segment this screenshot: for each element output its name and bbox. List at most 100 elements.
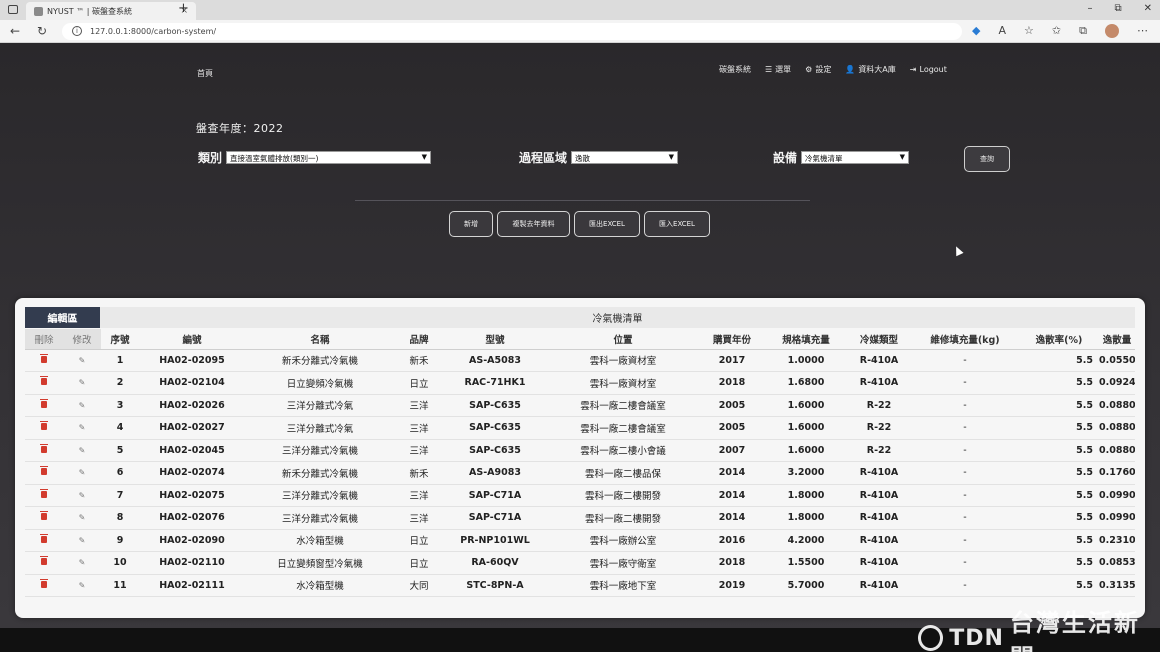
cell-code: HA02-02111 xyxy=(139,574,245,597)
favorite-icon[interactable]: ☆ xyxy=(1024,24,1034,38)
password-icon[interactable]: ◆ xyxy=(972,24,980,38)
cell-amount: 0.1760 xyxy=(1099,461,1135,485)
category-select[interactable]: 直接溫室氣體排放(類別一) ▼ xyxy=(226,151,432,164)
pencil-icon[interactable]: ✎ xyxy=(79,558,86,567)
trash-icon[interactable] xyxy=(40,466,48,476)
col-spec: 規格填充量 xyxy=(765,329,847,350)
trash-icon[interactable] xyxy=(40,421,48,431)
nav-carbon-system[interactable]: 碳盤系統 xyxy=(719,64,751,75)
cell-seq: 3 xyxy=(101,394,139,417)
delete-cell xyxy=(25,461,63,485)
area-select[interactable]: 逸散 ▼ xyxy=(571,151,679,164)
equipment-filter: 設備 冷氣機清單 ▼ xyxy=(773,149,910,166)
pencil-icon[interactable]: ✎ xyxy=(79,401,86,410)
export-excel-button[interactable]: 匯出EXCEL xyxy=(574,211,640,237)
watermark-logo-icon xyxy=(918,625,944,651)
pencil-icon[interactable]: ✎ xyxy=(79,536,86,545)
table-row: ✎ 1 HA02-02095 新禾分離式冷氣機 新禾 AS-A5083 雲科一廠資材室 201… xyxy=(25,349,1135,372)
pencil-icon[interactable]: ✎ xyxy=(79,446,86,455)
cell-year: 2019 xyxy=(699,574,765,597)
read-aloud-icon[interactable]: A xyxy=(999,24,1007,38)
equipment-select[interactable]: 冷氣機清單 ▼ xyxy=(801,151,910,164)
cell-seq: 7 xyxy=(101,484,139,507)
pencil-icon[interactable]: ✎ xyxy=(79,468,86,477)
cell-year: 2014 xyxy=(699,461,765,485)
browser-tab[interactable]: NYUST ™ | 碳盤查系統 × xyxy=(26,2,196,20)
cell-spec: 3.2000 xyxy=(765,461,847,485)
gear-icon: ⚙ xyxy=(805,65,813,74)
edit-area-tab[interactable]: 編輯區 xyxy=(25,307,100,328)
restore-icon[interactable]: ⧉ xyxy=(1114,3,1121,14)
cell-refrigerant: R-22 xyxy=(847,416,911,440)
cell-brand: 三洋 xyxy=(395,506,443,530)
nav-settings[interactable]: ⚙ 設定 xyxy=(805,64,831,75)
cell-location: 雲科一廠二樓開發 xyxy=(547,506,699,530)
trash-icon[interactable] xyxy=(40,578,48,588)
cell-amount: 0.0880 xyxy=(1099,439,1135,462)
delete-cell xyxy=(25,439,63,462)
cell-model: SAP-C71A xyxy=(443,506,547,530)
back-icon[interactable]: ← xyxy=(10,24,20,38)
trash-icon[interactable] xyxy=(40,376,48,386)
collections-icon[interactable]: ⧉ xyxy=(1079,24,1087,38)
close-window-icon[interactable]: ✕ xyxy=(1144,3,1152,14)
trash-icon[interactable] xyxy=(40,398,48,408)
browser-toolbar-icons: ◆ A ☆ ✩ ⧉ ⋯ xyxy=(972,24,1148,38)
trash-icon[interactable] xyxy=(40,443,48,453)
nav-logout[interactable]: ⇥ Logout xyxy=(910,65,947,74)
minimize-icon[interactable]: – xyxy=(1087,3,1092,14)
import-excel-button[interactable]: 匯入EXCEL xyxy=(644,211,710,237)
cell-model: SAP-C635 xyxy=(443,416,547,440)
cell-rate: 5.5 xyxy=(1019,484,1099,507)
cell-amount: 0.0990 xyxy=(1099,484,1135,507)
more-icon[interactable]: ⋯ xyxy=(1137,24,1148,38)
cell-seq: 6 xyxy=(101,461,139,485)
add-button[interactable]: 新增 xyxy=(449,211,493,237)
cell-year: 2005 xyxy=(699,394,765,417)
pencil-icon[interactable]: ✎ xyxy=(79,356,86,365)
cell-repair: - xyxy=(911,551,1019,575)
cell-name: 三洋分離式冷氣機 xyxy=(245,484,395,507)
table-row: ✎ 5 HA02-02045 三洋分離式冷氣機 三洋 SAP-C635 雲科一廠二樓小會議 2… xyxy=(25,439,1135,462)
nav-menu[interactable]: ☰ 選單 xyxy=(765,64,791,75)
cell-spec: 1.6000 xyxy=(765,439,847,462)
col-delete: 刪除 xyxy=(25,329,63,350)
trash-icon[interactable] xyxy=(40,533,48,543)
trash-icon[interactable] xyxy=(40,488,48,498)
pencil-icon[interactable]: ✎ xyxy=(79,423,86,432)
cell-brand: 三洋 xyxy=(395,416,443,440)
new-tab-icon[interactable]: + xyxy=(178,1,189,16)
table-row: ✎ 4 HA02-02027 三洋分離式冷氣 三洋 SAP-C635 雲科一廠二樓會議室 20… xyxy=(25,416,1135,440)
cell-spec: 1.8000 xyxy=(765,484,847,507)
pencil-icon[interactable]: ✎ xyxy=(79,513,86,522)
cell-rate: 5.5 xyxy=(1019,461,1099,485)
sidebar-toggle-icon[interactable] xyxy=(8,5,18,14)
delete-cell xyxy=(25,574,63,597)
url-field[interactable]: i 127.0.0.1:8000/carbon-system/ xyxy=(62,23,962,40)
pencil-icon[interactable]: ✎ xyxy=(79,378,86,387)
reload-icon[interactable]: ↻ xyxy=(37,24,47,38)
cell-location: 雲科一廠地下室 xyxy=(547,574,699,597)
cell-amount: 0.0880 xyxy=(1099,394,1135,417)
trash-icon[interactable] xyxy=(40,556,48,566)
site-info-icon[interactable]: i xyxy=(72,26,82,36)
query-button[interactable]: 查詢 xyxy=(964,146,1010,172)
home-link[interactable]: 首頁 xyxy=(197,68,213,79)
watermark-name: 台灣生活新聞 xyxy=(1009,609,1140,652)
pencil-icon[interactable]: ✎ xyxy=(79,581,86,590)
favorites-list-icon[interactable]: ✩ xyxy=(1052,24,1061,38)
nav-user[interactable]: 👤 資料大A庫 xyxy=(845,64,895,75)
cell-year: 2014 xyxy=(699,506,765,530)
trash-icon[interactable] xyxy=(40,353,48,363)
inventory-year: 盤查年度：2022 xyxy=(196,120,284,136)
edit-cell: ✎ xyxy=(63,574,101,597)
table-row: ✎ 7 HA02-02075 三洋分離式冷氣機 三洋 SAP-C71A 雲科一廠二樓開發 20… xyxy=(25,484,1135,507)
cell-refrigerant: R-410A xyxy=(847,529,911,552)
pencil-icon[interactable]: ✎ xyxy=(79,491,86,500)
trash-icon[interactable] xyxy=(40,511,48,521)
profile-avatar[interactable] xyxy=(1105,24,1119,38)
cell-amount: 0.0924 xyxy=(1099,371,1135,395)
cell-repair: - xyxy=(911,416,1019,440)
copy-last-year-button[interactable]: 複製去年資料 xyxy=(497,211,570,237)
chevron-down-icon: ▼ xyxy=(421,153,428,161)
